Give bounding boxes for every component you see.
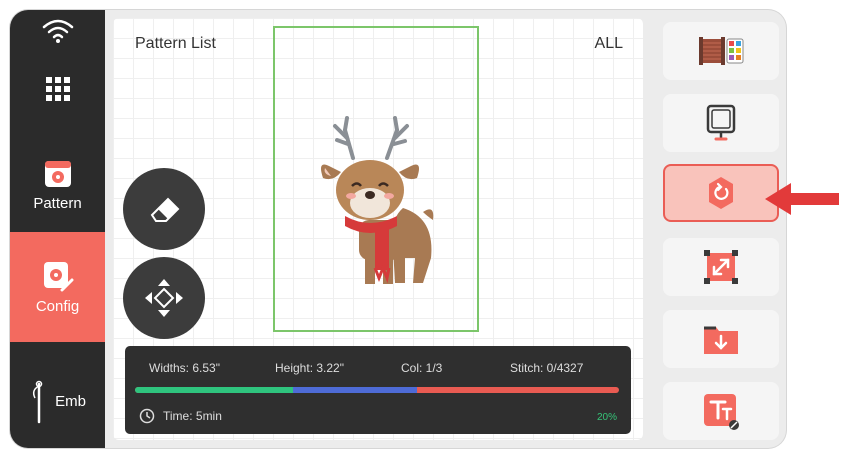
import-icon [704,326,738,354]
hoop-frame [273,26,479,332]
thread-color-button[interactable] [663,22,779,80]
resize-icon [704,250,738,284]
deer-pattern-image[interactable] [315,108,440,290]
progress-segment-blue [293,387,417,393]
page-title: Pattern List [135,35,216,52]
move-button[interactable] [123,257,205,339]
pattern-icon [44,160,71,187]
clock-icon [139,408,155,424]
sidebar: Pattern Config Emb [10,10,105,448]
sidebar-item-emb[interactable]: Emb [10,355,105,448]
rotate-icon [709,177,733,209]
stitch-count: Stitch: 0/4327 [510,361,584,375]
text-icon [704,394,739,430]
eraser-icon [150,197,180,222]
height-value: Height: 3.22" [275,361,344,375]
rotate-button[interactable] [663,164,779,222]
info-row: Widths: 6.53" Height: 3.22" Col: 1/3 Sti… [125,361,631,377]
hoop-button[interactable] [663,94,779,152]
time-value: Time: 5min [163,409,222,423]
sidebar-item-config[interactable]: Config [10,232,105,342]
import-button[interactable] [663,310,779,368]
progress-percent: 20% [596,412,617,423]
widths-value: Widths: 6.53" [149,361,220,375]
needle-icon [33,380,43,423]
app-grid-icon [45,77,70,101]
wifi-icon [42,19,74,43]
pattern-info-bar: Widths: 6.53" Height: 3.22" Col: 1/3 Sti… [125,346,631,434]
filter-all[interactable]: ALL [595,35,623,53]
color-count: Col: 1/3 [401,361,443,375]
eraser-button[interactable] [123,168,205,250]
sidebar-item-label: Config [35,297,80,315]
sidebar-item-label: Pattern [33,194,82,212]
text-button[interactable] [663,382,779,440]
resize-button[interactable] [663,238,779,296]
hoop-icon [706,104,736,141]
thread-color-icon [699,37,744,65]
sidebar-item-label: Emb [55,393,86,410]
move-icon [145,279,183,317]
sidebar-item-pattern[interactable]: Pattern [10,135,105,235]
config-icon [43,261,73,291]
app-grid-button[interactable] [10,58,105,120]
pointer-arrow-icon [765,183,839,215]
pattern-canvas[interactable]: Pattern List ALL Widths: 6.53" Height: 3… [113,18,643,440]
time-row: Time: 5min [139,408,222,424]
progress-segment-green [135,387,293,393]
stitch-progress-bar [135,387,619,393]
tool-panel [657,10,786,448]
device-screen: Pattern Config Emb Pattern List ALL Widt… [10,10,786,448]
